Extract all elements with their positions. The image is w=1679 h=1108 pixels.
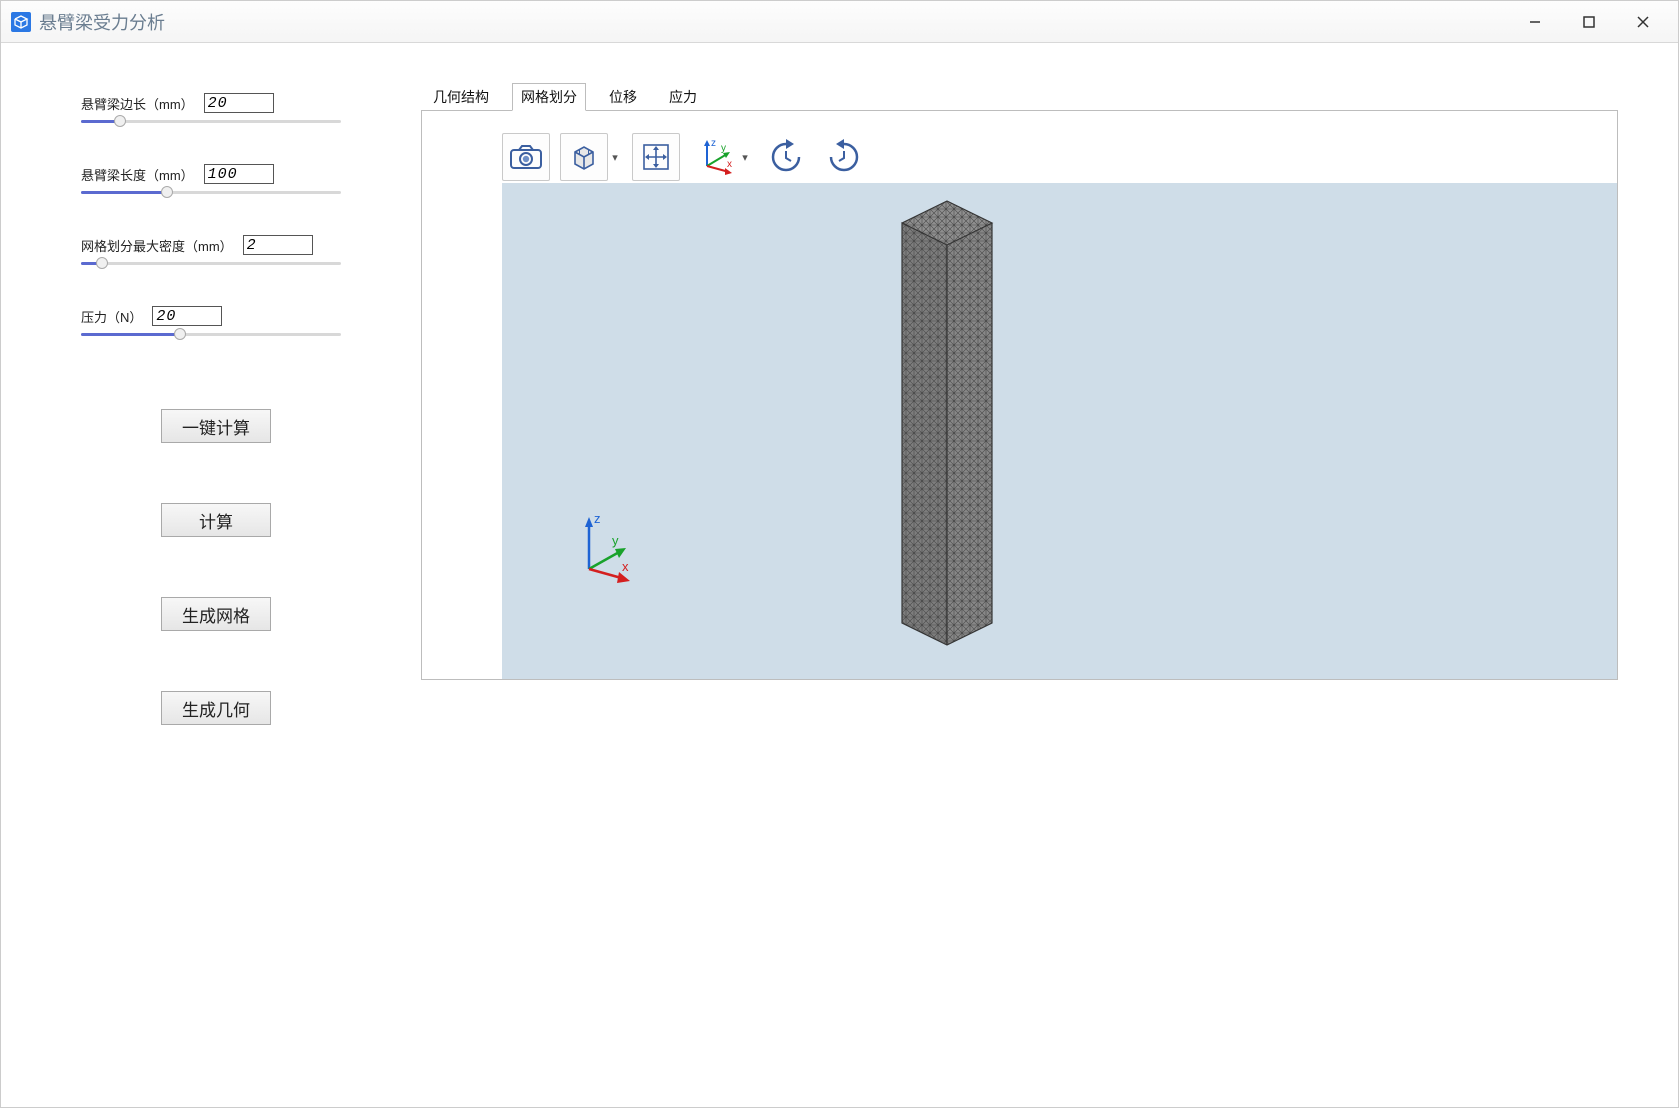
param-mesh-input[interactable]	[243, 235, 313, 255]
viewer-toolbar: ▾	[502, 131, 868, 183]
view-orientation-dropdown[interactable]: ▾	[608, 151, 622, 164]
close-button[interactable]	[1616, 1, 1670, 43]
axis-triad: z y x	[567, 509, 647, 589]
minimize-button[interactable]	[1508, 1, 1562, 43]
param-force-input[interactable]	[152, 306, 222, 326]
titlebar: 悬臂梁受力分析	[1, 1, 1678, 43]
meshed-beam	[882, 193, 1012, 653]
rotate-ccw-icon	[824, 137, 864, 177]
minimize-icon	[1528, 15, 1542, 29]
tab-stress[interactable]: 应力	[660, 83, 706, 111]
camera-icon	[509, 143, 543, 171]
param-mesh-density: 网格划分最大密度（mm）	[81, 235, 341, 268]
maximize-button[interactable]	[1562, 1, 1616, 43]
param-length-slider[interactable]	[81, 187, 341, 197]
param-edge: 悬臂梁边长（mm）	[81, 93, 341, 126]
rotate-ccw-button[interactable]	[820, 133, 868, 181]
axes-icon: z y x	[693, 136, 735, 178]
svg-text:x: x	[727, 159, 732, 170]
app-window: 悬臂梁受力分析 悬臂梁边长（mm）	[0, 0, 1679, 1108]
pan-button[interactable]	[632, 133, 680, 181]
content: 悬臂梁边长（mm） 悬臂梁长度（mm）	[1, 43, 1678, 1107]
axes-button[interactable]: z y x	[690, 133, 738, 181]
action-buttons: 一键计算 计算 生成网格 生成几何	[81, 409, 341, 725]
right-panel: 几何结构 网格划分 位移 应力	[401, 43, 1678, 1107]
chevron-down-icon: ▾	[742, 151, 748, 164]
tab-geometry[interactable]: 几何结构	[424, 83, 498, 111]
param-edge-label: 悬臂梁边长（mm）	[81, 94, 194, 113]
cube-view-icon	[567, 140, 601, 174]
param-length-label: 悬臂梁长度（mm）	[81, 165, 194, 184]
param-length: 悬臂梁长度（mm）	[81, 164, 341, 197]
axis-z-label: z	[594, 511, 601, 526]
rotate-cw-button[interactable]	[762, 133, 810, 181]
axis-x-label: x	[622, 559, 629, 574]
param-mesh-label: 网格划分最大密度（mm）	[81, 236, 233, 255]
generate-geometry-button[interactable]: 生成几何	[161, 691, 271, 725]
viewer-frame: ▾	[421, 110, 1618, 680]
app-icon	[9, 10, 33, 34]
axes-dropdown[interactable]: ▾	[738, 151, 752, 164]
snapshot-button[interactable]	[502, 133, 550, 181]
svg-text:z: z	[711, 138, 716, 149]
param-edge-slider[interactable]	[81, 116, 341, 126]
one-click-calc-button[interactable]: 一键计算	[161, 409, 271, 443]
viewport[interactable]: z y x	[502, 183, 1617, 679]
pan-icon	[640, 141, 672, 173]
axis-y-label: y	[612, 533, 619, 548]
viewer-tabs: 几何结构 网格划分 位移 应力	[424, 83, 1618, 111]
param-length-input[interactable]	[204, 164, 274, 184]
view-orientation-button[interactable]	[560, 133, 608, 181]
left-panel: 悬臂梁边长（mm） 悬臂梁长度（mm）	[1, 43, 401, 1107]
rotate-cw-icon	[766, 137, 806, 177]
maximize-icon	[1582, 15, 1596, 29]
close-icon	[1636, 15, 1650, 29]
tab-displacement[interactable]: 位移	[600, 83, 646, 111]
param-edge-input[interactable]	[204, 93, 274, 113]
generate-mesh-button[interactable]: 生成网格	[161, 597, 271, 631]
chevron-down-icon: ▾	[612, 151, 618, 164]
svg-text:y: y	[721, 143, 726, 154]
calc-button[interactable]: 计算	[161, 503, 271, 537]
param-force: 压力（N）	[81, 306, 341, 339]
param-force-slider[interactable]	[81, 329, 341, 339]
tab-mesh[interactable]: 网格划分	[512, 83, 586, 111]
param-force-label: 压力（N）	[81, 307, 142, 326]
window-title: 悬臂梁受力分析	[39, 9, 165, 35]
param-mesh-slider[interactable]	[81, 258, 341, 268]
